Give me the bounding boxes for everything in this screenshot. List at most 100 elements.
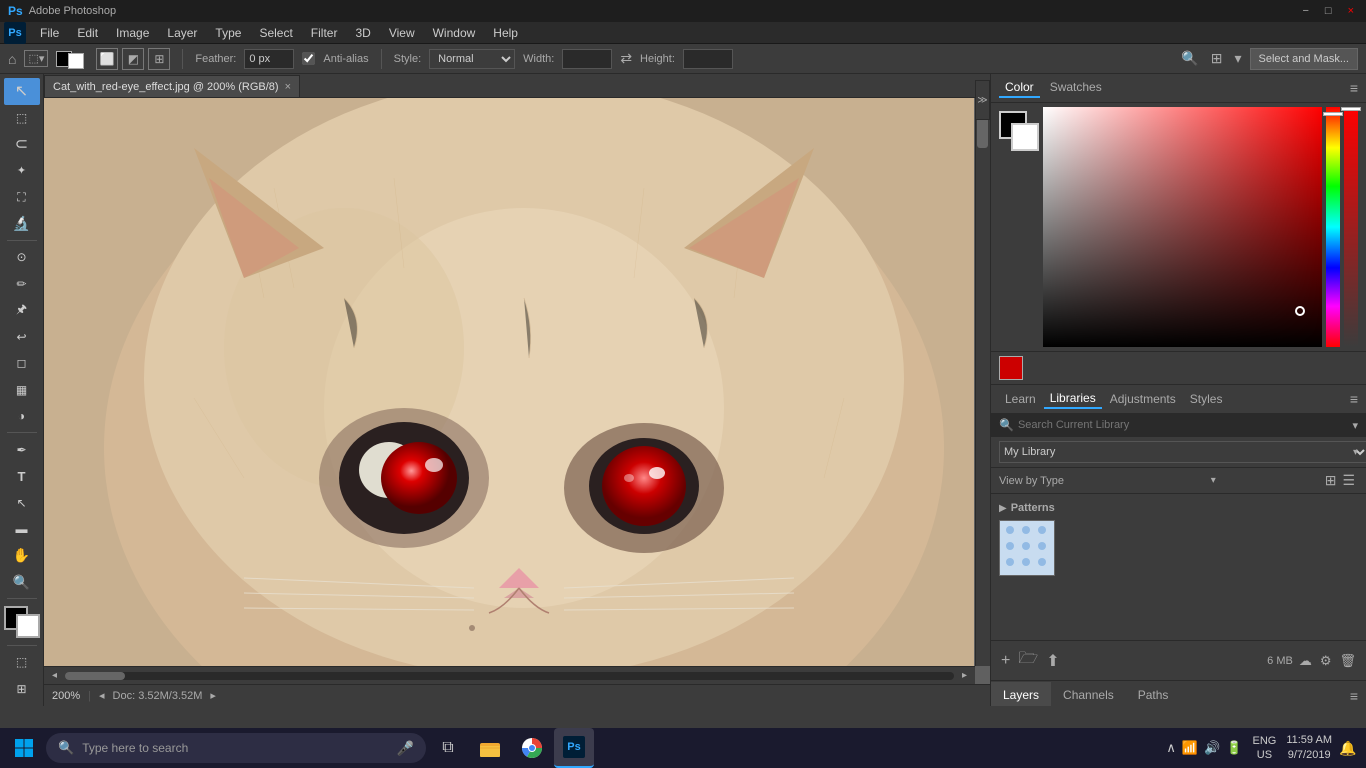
vertical-scrollbar[interactable] xyxy=(975,98,990,666)
upload-lib-btn[interactable]: ⬆ xyxy=(1044,649,1061,673)
tool-btn-3[interactable]: ⊞ xyxy=(148,48,170,70)
bottom-tabs-options-btn[interactable]: ≡ xyxy=(1342,686,1366,706)
channels-tab[interactable]: Channels xyxy=(1051,682,1126,706)
scroll-left-btn[interactable]: ◂ xyxy=(48,670,61,681)
home-icon[interactable]: ⌂ xyxy=(8,51,16,67)
antialias-checkbox[interactable] xyxy=(302,52,315,65)
color-gradient-picker[interactable] xyxy=(1043,107,1322,347)
patterns-collapse-btn[interactable]: ▶ xyxy=(999,503,1007,514)
fg-bg-mini[interactable] xyxy=(56,49,84,69)
lasso-tool[interactable]: ⊂ xyxy=(4,131,40,158)
notification-btn[interactable]: 🔔 xyxy=(1338,728,1358,768)
document-tab[interactable]: Cat_with_red-eye_effect.jpg @ 200% (RGB/… xyxy=(44,75,300,97)
color-panel-options-btn[interactable]: ≡ xyxy=(1350,80,1358,96)
paths-tab[interactable]: Paths xyxy=(1126,682,1181,706)
brush-tool[interactable]: ✏ xyxy=(4,270,40,297)
workspace-btn[interactable]: ▾ xyxy=(1234,50,1241,67)
move-tool[interactable]: ↖ xyxy=(4,78,40,105)
speaker-icon[interactable]: 🔊 xyxy=(1204,740,1220,756)
eyedropper-tool[interactable]: 🔬 xyxy=(4,211,40,238)
path-selection-tool[interactable]: ↖ xyxy=(4,489,40,516)
gradient-tool[interactable]: ▦ xyxy=(4,376,40,403)
start-button[interactable] xyxy=(4,728,44,768)
taskbar-search-bar[interactable]: 🔍 Type here to search 🎤 xyxy=(46,733,426,763)
width-input[interactable] xyxy=(562,49,612,69)
color-tab[interactable]: Color xyxy=(999,78,1040,98)
minimize-button[interactable]: − xyxy=(1298,5,1312,17)
lib-settings-btn[interactable]: ⚙ xyxy=(1318,651,1334,671)
stamp-tool[interactable]: 🖈 xyxy=(4,297,40,324)
crop-tool[interactable]: ⛶ xyxy=(4,184,40,211)
new-folder-btn[interactable]: 🗁 xyxy=(1016,645,1040,676)
zoom-tool[interactable]: 🔍 xyxy=(4,569,40,596)
layers-tab[interactable]: Layers xyxy=(991,682,1051,706)
tray-arrow-icon[interactable]: ∧ xyxy=(1166,740,1176,756)
fg-bg-colors[interactable] xyxy=(4,606,40,638)
menu-view[interactable]: View xyxy=(381,24,423,42)
close-button[interactable]: × xyxy=(1344,5,1358,17)
bg-panel-swatch[interactable] xyxy=(1011,123,1039,151)
menu-type[interactable]: Type xyxy=(207,24,249,42)
background-color[interactable] xyxy=(16,614,40,638)
add-lib-item-btn[interactable]: + xyxy=(999,650,1012,672)
panel-collapse-btn[interactable]: ≫ xyxy=(975,80,990,120)
height-input[interactable] xyxy=(683,49,733,69)
arrange-btn[interactable]: ⊞ xyxy=(1211,50,1223,67)
marquee-options-icon[interactable]: ⬚▾ xyxy=(24,50,48,67)
hue-slider[interactable] xyxy=(1326,107,1340,347)
screen-mode-btn[interactable]: ⊞ xyxy=(4,675,40,702)
menu-filter[interactable]: Filter xyxy=(303,24,346,42)
horizontal-scrollbar[interactable]: ◂ ▸ xyxy=(44,666,975,684)
quick-mask-btn[interactable]: ⬚ xyxy=(4,649,40,676)
library-search-input[interactable] xyxy=(1018,419,1353,431)
taskbar-explorer-btn[interactable] xyxy=(470,728,510,768)
opacity-slider[interactable] xyxy=(1344,107,1358,347)
battery-icon[interactable]: 🔋 xyxy=(1226,740,1242,756)
network-icon[interactable]: 📶 xyxy=(1182,740,1198,756)
quick-select-tool[interactable]: ✦ xyxy=(4,158,40,185)
taskbar-chrome-btn[interactable] xyxy=(512,728,552,768)
text-tool[interactable]: T xyxy=(4,463,40,490)
maximize-button[interactable]: □ xyxy=(1321,5,1336,17)
menu-edit[interactable]: Edit xyxy=(69,24,106,42)
swap-wh-icon[interactable]: ⇄ xyxy=(620,50,632,67)
scroll-right-btn[interactable]: ▸ xyxy=(958,670,971,681)
learn-tab[interactable]: Learn xyxy=(999,390,1042,408)
menu-file[interactable]: File xyxy=(32,24,67,42)
style-select[interactable]: Normal Fixed Ratio Fixed Size xyxy=(429,49,515,69)
hscroll-thumb[interactable] xyxy=(65,672,125,680)
menu-help[interactable]: Help xyxy=(485,24,526,42)
dodge-tool[interactable]: ◑ xyxy=(4,403,40,430)
swatches-tab[interactable]: Swatches xyxy=(1044,78,1108,98)
language-indicator[interactable]: ENG US xyxy=(1248,734,1280,763)
status-nav-left[interactable]: ◂ xyxy=(99,689,105,702)
shape-tool[interactable]: ▬ xyxy=(4,516,40,543)
search-btn[interactable]: 🔍 xyxy=(1181,50,1198,67)
history-brush-tool[interactable]: ↩ xyxy=(4,323,40,350)
task-view-btn[interactable]: ⧉ xyxy=(428,728,468,768)
eraser-tool[interactable]: ◻ xyxy=(4,350,40,377)
library-select-dropdown[interactable]: My Library xyxy=(999,441,1366,463)
feather-input[interactable] xyxy=(244,49,294,69)
grid-view-btn[interactable]: ⊞ xyxy=(1322,472,1340,489)
menu-window[interactable]: Window xyxy=(425,24,484,42)
lib-cloud-btn[interactable]: ☁ xyxy=(1297,651,1314,671)
menu-image[interactable]: Image xyxy=(108,24,157,42)
tab-close-btn[interactable]: × xyxy=(285,81,291,93)
tool-btn-2[interactable]: ◩ xyxy=(122,48,144,70)
canvas-wrapper[interactable]: ◂ ▸ xyxy=(44,98,990,684)
lib-trash-btn[interactable]: 🗑 xyxy=(1337,651,1358,671)
status-nav-right[interactable]: ▸ xyxy=(210,689,216,702)
tool-btn-1[interactable]: ⬜ xyxy=(96,48,118,70)
select-and-mask-button[interactable]: Select and Mask... xyxy=(1250,48,1359,70)
menu-3d[interactable]: 3D xyxy=(347,24,378,42)
libraries-options-btn[interactable]: ≡ xyxy=(1350,391,1358,407)
list-view-btn[interactable]: ☰ xyxy=(1339,472,1358,489)
taskbar-mic-icon[interactable]: 🎤 xyxy=(397,740,414,757)
pattern-item[interactable] xyxy=(999,520,1055,576)
system-clock[interactable]: 11:59 AM 9/7/2019 xyxy=(1282,733,1336,764)
libraries-tab[interactable]: Libraries xyxy=(1044,389,1102,409)
marquee-tool[interactable]: ⬚ xyxy=(4,105,40,132)
menu-layer[interactable]: Layer xyxy=(159,24,205,42)
pen-tool[interactable]: ✒ xyxy=(4,436,40,463)
